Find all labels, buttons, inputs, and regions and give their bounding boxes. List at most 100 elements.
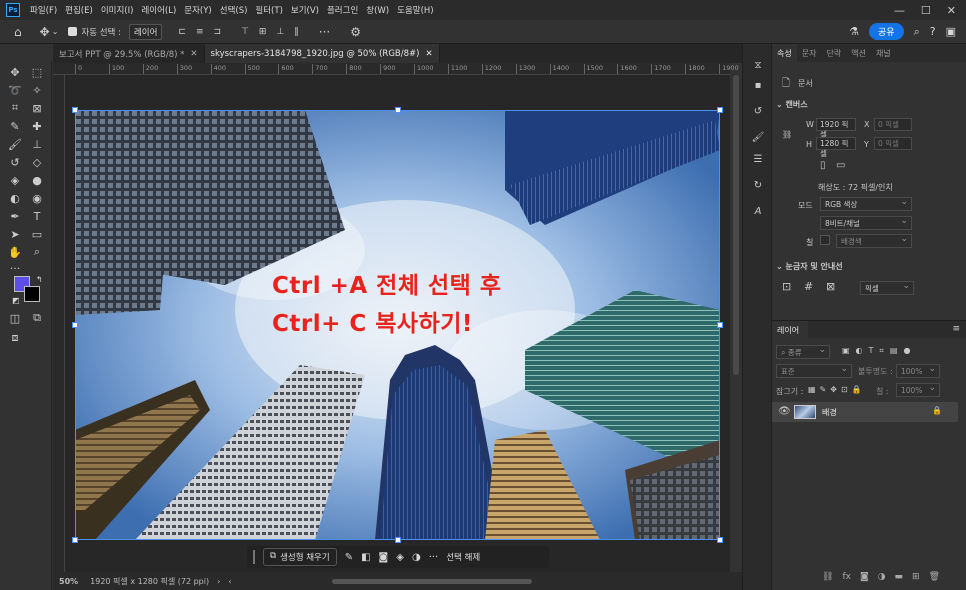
portrait-icon[interactable]: ▯ — [820, 160, 826, 171]
zoom-level[interactable]: 50% — [59, 577, 78, 586]
close-icon[interactable]: ✕ — [947, 4, 956, 17]
fill-selection-icon[interactable]: ◈ — [396, 552, 404, 563]
comments-icon[interactable]: ▪ — [751, 80, 765, 94]
align-top-icon[interactable]: ⊤ — [241, 27, 249, 37]
menu-layer[interactable]: 레이어(L) — [137, 4, 180, 16]
chevron-right-icon[interactable]: › — [217, 577, 220, 586]
stamp-tool-icon[interactable]: ⊥ — [28, 136, 46, 152]
fill-swatch[interactable] — [820, 235, 830, 245]
lasso-tool-icon[interactable]: ➰ — [6, 82, 24, 98]
adjustment-layer-icon[interactable]: ◑ — [878, 572, 886, 582]
frame-tool-icon[interactable]: ⊠ — [28, 100, 46, 116]
tab-skyscrapers[interactable]: skyscrapers-3184798_1920.jpg @ 50% (RGB/… — [204, 44, 440, 63]
more-tools-icon[interactable]: ··· — [6, 260, 24, 276]
magic-wand-icon[interactable]: ✧ — [28, 82, 46, 98]
link-icon[interactable]: ⛓ — [782, 130, 792, 139]
x-field[interactable]: 0 픽셀 — [874, 118, 912, 131]
fill-percent-field[interactable]: 100% — [896, 383, 940, 397]
glyphs-icon[interactable]: A — [751, 206, 765, 220]
ruler-icon[interactable]: ⊡ — [782, 280, 791, 293]
sponge-tool-icon[interactable]: ◉ — [28, 190, 46, 206]
y-field[interactable]: 0 픽셀 — [874, 137, 912, 150]
lock-icons[interactable]: ▦✎✥⊡🔒 — [808, 385, 866, 394]
transform-handle-br[interactable] — [717, 537, 723, 543]
marquee-tool-icon[interactable]: ⬚ — [28, 64, 46, 80]
swap-colors-icon[interactable]: ↰ — [36, 275, 43, 284]
visibility-eye-icon[interactable]: 👁 — [778, 406, 791, 417]
help-icon[interactable]: ? — [930, 25, 936, 38]
add-mask-icon[interactable]: ◙ — [860, 572, 869, 582]
hand-tool-icon[interactable]: ✋ — [6, 244, 24, 260]
more-icon[interactable]: ··· — [429, 552, 439, 563]
tab-channels[interactable]: 채널 — [871, 44, 896, 62]
vertical-scrollbar[interactable] — [733, 75, 739, 375]
autoselect-checkbox[interactable]: 자동 선택 : — [68, 26, 121, 38]
move-tool-icon[interactable]: ✥ — [6, 64, 24, 80]
new-layer-icon[interactable]: ⊞ — [912, 572, 920, 582]
panel-menu-icon[interactable]: ≡ — [952, 324, 960, 334]
menu-help[interactable]: 도움말(H) — [393, 4, 437, 16]
more-options-icon[interactable]: ··· — [319, 25, 330, 39]
menu-type[interactable]: 문자(Y) — [180, 4, 215, 16]
menu-window[interactable]: 창(W) — [362, 4, 393, 16]
search-icon[interactable]: ⌕ — [914, 25, 920, 39]
guides-icon[interactable]: ⊠ — [826, 280, 835, 293]
modify-selection-icon[interactable]: ✎ — [345, 552, 353, 563]
workspace-icon[interactable]: ▣ — [946, 25, 956, 38]
align-right-icon[interactable]: ⊐ — [214, 27, 222, 37]
blur-tool-icon[interactable]: ● — [28, 172, 46, 188]
transform-handle-r[interactable] — [717, 322, 723, 328]
scroll-left-icon[interactable]: ‹ — [228, 577, 231, 586]
menu-image[interactable]: 이미지(I) — [97, 4, 138, 16]
tab-report-ppt[interactable]: 보고서 PPT @ 29.5% (RGB/8) * ✕ — [53, 44, 205, 63]
tab-properties[interactable]: 속성 — [772, 44, 797, 62]
tab-paragraph[interactable]: 단락 — [821, 44, 846, 62]
actions-icon[interactable]: ↻ — [751, 180, 765, 194]
rulers-header[interactable]: ⌄ 눈금자 및 안내선 — [776, 261, 843, 272]
move-tool-icon[interactable]: ✥ ⌄ — [40, 25, 59, 39]
mask-icon[interactable]: ◙ — [379, 552, 389, 563]
blend-mode-dropdown[interactable]: 표준 — [776, 364, 852, 378]
layer-name[interactable]: 배경 — [822, 407, 837, 418]
brush-tool-icon[interactable]: 🖌 — [6, 136, 24, 152]
align-vcenter-icon[interactable]: ⊞ — [259, 27, 267, 37]
distribute-icon[interactable]: ‖ — [294, 27, 299, 37]
history-brush-icon[interactable]: ↺ — [6, 154, 24, 170]
align-hcenter-icon[interactable]: ≡ — [196, 27, 204, 37]
width-field[interactable]: 1920 픽셀 — [816, 118, 856, 139]
unit-dropdown[interactable]: 픽셀 — [860, 281, 914, 295]
zoom-tool-icon[interactable]: ⌕ — [28, 244, 46, 260]
brush-settings-icon[interactable]: 🖌 — [751, 132, 765, 146]
menu-file[interactable]: 파일(F) — [26, 4, 61, 16]
layer-filter-dropdown[interactable]: ⌕ 종류 — [776, 345, 830, 359]
rectangle-tool-icon[interactable]: ▭ — [28, 226, 46, 242]
close-tab-icon[interactable]: ✕ — [425, 49, 432, 59]
eraser-tool-icon[interactable]: ◇ — [28, 154, 46, 170]
dodge-tool-icon[interactable]: ◐ — [6, 190, 24, 206]
maximize-icon[interactable]: ☐ — [921, 4, 931, 17]
home-icon[interactable]: ⌂ — [14, 25, 22, 39]
quick-mask-icon[interactable]: ◫ — [6, 310, 24, 326]
bit-depth-dropdown[interactable]: 8비트/채널 — [820, 216, 912, 230]
opacity-field[interactable]: 100% — [896, 364, 940, 378]
transform-handle-b[interactable] — [395, 537, 401, 543]
autoselect-dropdown[interactable]: 레이어 — [128, 23, 163, 40]
align-left-icon[interactable]: ⊏ — [178, 27, 186, 37]
transform-handle-tr[interactable] — [717, 107, 723, 113]
horizontal-scrollbar[interactable] — [331, 578, 532, 584]
history-icon[interactable]: ↺ — [751, 106, 765, 120]
mode-dropdown[interactable]: RGB 색상 — [820, 197, 912, 211]
new-group-icon[interactable]: ▬ — [895, 572, 904, 582]
settings-gear-icon[interactable]: ⚙ — [350, 25, 361, 39]
landscape-icon[interactable]: ▭ — [836, 160, 845, 171]
transform-handle-tl[interactable] — [72, 107, 78, 113]
canvas-header[interactable]: ⌄ 캔버스 — [776, 99, 808, 110]
menu-view[interactable]: 보기(V) — [287, 4, 323, 16]
menu-edit[interactable]: 편집(E) — [61, 4, 97, 16]
grid-icon[interactable]: # — [804, 280, 813, 293]
transform-handle-t[interactable] — [395, 107, 401, 113]
align-bottom-icon[interactable]: ⊥ — [276, 27, 284, 37]
generative-fill-button[interactable]: ⧉ 생성형 채우기 — [263, 548, 337, 566]
height-field[interactable]: 1280 픽셀 — [816, 137, 856, 158]
tab-actions[interactable]: 액션 — [846, 44, 871, 62]
